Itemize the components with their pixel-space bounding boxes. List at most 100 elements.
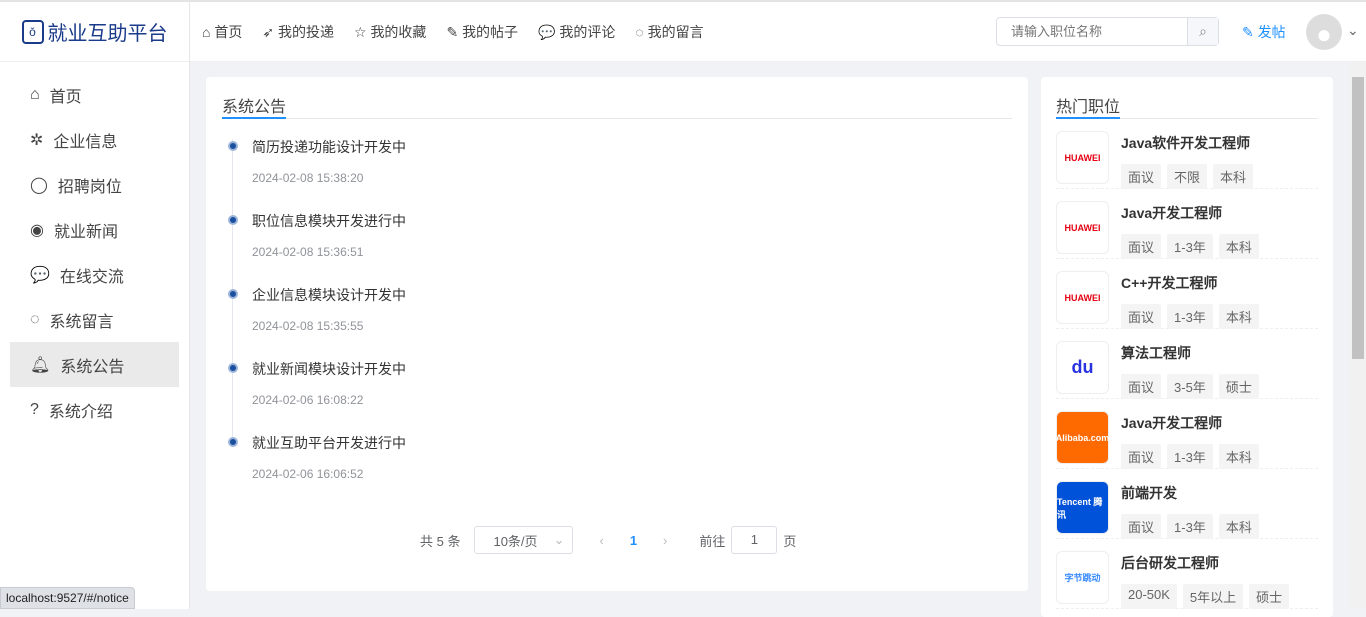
job-tag: 5年以上 <box>1182 584 1244 609</box>
job-tag: 20-50K <box>1121 584 1177 609</box>
search-input[interactable] <box>997 18 1187 45</box>
company-logo: Tencent 腾讯 <box>1056 481 1109 534</box>
panel-title: 系统公告 <box>222 93 1012 119</box>
label: 就业新闻 <box>53 223 118 241</box>
logo-icon: ǒ <box>21 19 44 44</box>
sidebar-item-about[interactable]: ? 系统介绍 <box>10 387 179 432</box>
notice-item[interactable]: 职位信息模块开发进行中 2024-02-08 15:36:51 <box>228 203 1012 277</box>
company-logo: du <box>1056 341 1109 394</box>
notice-item[interactable]: 就业新闻模块设计开发中 2024-02-06 16:08:22 <box>228 351 1012 425</box>
nav-messages[interactable]: ◌ 我的留言 <box>635 22 703 42</box>
sidebar-item-home[interactable]: ⌂ 首页 <box>10 72 179 117</box>
job-tag: 面议 <box>1121 304 1162 329</box>
job-tag: 硕士 <box>1218 374 1259 399</box>
job-tag: 本科 <box>1218 234 1259 259</box>
panel-title: 热门职位 <box>1056 93 1318 119</box>
logo-text: 就业互助平台 <box>47 23 168 45</box>
job-item[interactable]: 字节跳动 后台研发工程师 20-50K 5年以上 硕士 <box>1056 539 1318 609</box>
job-tag: 1-3年 <box>1167 514 1213 539</box>
notice-date: 2024-02-06 16:08:22 <box>252 393 364 407</box>
sidebar-item-messages[interactable]: ◌ 系统留言 <box>10 297 179 342</box>
search-icon: ⌕ <box>1199 23 1207 39</box>
job-tag: 1-3年 <box>1167 234 1213 259</box>
goto-page-input[interactable]: 1 <box>731 526 778 554</box>
notice-title: 就业新闻模块设计开发中 <box>252 361 406 377</box>
bell-icon: 🔔︎ <box>30 356 51 374</box>
sidebar-item-company[interactable]: ✲ 企业信息 <box>10 117 179 162</box>
page-size-select[interactable]: 10条/页 ⌄ <box>474 526 574 554</box>
job-name: C++开发工程师 <box>1121 275 1218 291</box>
sidebar: ⌂ 首页 ✲ 企业信息 ◯ 招聘岗位 ◉ 就业新闻 💬 在线交流 ◌ 系统留言 🔔︎ 系统公告… <box>0 62 190 609</box>
label: 招聘岗位 <box>57 178 122 196</box>
label: 在线交流 <box>59 268 124 286</box>
job-item[interactable]: Tencent 腾讯 前端开发 面议 1-3年 本科 <box>1056 469 1318 539</box>
timeline: 简历投递功能设计开发中 2024-02-08 15:38:20 职位信息模块开发进… <box>228 129 1012 499</box>
home-icon: ⌂ <box>30 85 40 103</box>
scrollbar[interactable] <box>1350 62 1366 609</box>
nav-favorites[interactable]: ☆ 我的收藏 <box>354 22 426 42</box>
job-tag: 本科 <box>1218 304 1259 329</box>
sidebar-item-jobs[interactable]: ◯ 招聘岗位 <box>10 162 179 207</box>
notice-item[interactable]: 企业信息模块设计开发中 2024-02-08 15:35:55 <box>228 277 1012 351</box>
job-tag: 1-3年 <box>1167 304 1213 329</box>
post-button[interactable]: ✎ 发帖 <box>1242 22 1286 42</box>
nav-applications[interactable]: ➶ 我的投递 <box>262 22 334 42</box>
notice-item[interactable]: 就业互助平台开发进行中 2024-02-06 16:06:52 <box>228 425 1012 499</box>
job-tag: 面议 <box>1121 234 1162 259</box>
notice-date: 2024-02-08 15:36:51 <box>252 245 364 259</box>
message-icon: ◌ <box>30 310 40 328</box>
job-name: 前端开发 <box>1121 485 1177 501</box>
job-item[interactable]: Alibaba.com Java开发工程师面议 1-3年 本科 <box>1056 399 1318 469</box>
top-nav: ⌂ 首页 ➶ 我的投递 ☆ 我的收藏 ✎ 我的帖子 💬 我的评论 ◌ 我的留言 <box>202 22 704 42</box>
notice-date: 2024-02-08 15:35:55 <box>252 319 364 333</box>
company-logo: Alibaba.com <box>1056 411 1109 464</box>
job-item[interactable]: HUAWEI Java开发工程师面议 1-3年 本科 <box>1056 189 1318 259</box>
nav-home[interactable]: ⌂ 首页 <box>202 22 242 42</box>
logo[interactable]: ǒ 就业互助平台 <box>0 1 190 62</box>
nav-posts[interactable]: ✎ 我的帖子 <box>446 22 518 42</box>
notice-title: 职位信息模块开发进行中 <box>252 213 406 229</box>
sidebar-item-forum[interactable]: 💬 在线交流 <box>10 252 179 297</box>
rss-icon: ◉ <box>30 221 44 239</box>
label: 系统留言 <box>49 313 114 331</box>
job-item[interactable]: HUAWEI Java软件开发工程师面议 不限 本科 <box>1056 119 1318 189</box>
comment-icon: 💬 <box>30 266 50 284</box>
job-name: Java软件开发工程师 <box>1121 135 1251 151</box>
job-name: Java开发工程师 <box>1121 415 1223 431</box>
company-logo: HUAWEI <box>1056 201 1109 254</box>
job-tag: 不限 <box>1167 164 1208 189</box>
job-tag: 1-3年 <box>1167 444 1213 469</box>
job-tag: 3-5年 <box>1167 374 1213 399</box>
job-item[interactable]: du 算法工程师 面议 3-5年 硕士 <box>1056 329 1318 399</box>
sidebar-item-news[interactable]: ◉ 就业新闻 <box>10 207 179 252</box>
nav-comments[interactable]: 💬 我的评论 <box>538 22 615 42</box>
search-button[interactable]: ⌕ <box>1187 18 1218 45</box>
job-tag: 面议 <box>1121 374 1162 399</box>
job-tag: 面议 <box>1121 444 1162 469</box>
job-name: Java开发工程师 <box>1121 205 1223 221</box>
next-page-icon[interactable]: › <box>663 533 667 548</box>
status-url: localhost:9527/#/notice <box>0 587 135 609</box>
label: 系统介绍 <box>48 403 113 421</box>
notice-item[interactable]: 简历投递功能设计开发中 2024-02-08 15:38:20 <box>228 129 1012 203</box>
total-count: 共 5 条 <box>420 533 461 549</box>
job-tag: 本科 <box>1218 444 1259 469</box>
search-box: ⌕ <box>996 17 1219 46</box>
job-tag: 面议 <box>1121 164 1162 189</box>
company-logo: 字节跳动 <box>1056 551 1109 604</box>
notice-date: 2024-02-06 16:06:52 <box>252 467 364 481</box>
job-tag: 硕士 <box>1249 584 1290 609</box>
company-logo: HUAWEI <box>1056 131 1109 184</box>
scrollbar-thumb[interactable] <box>1352 77 1364 359</box>
chevron-down-icon[interactable]: ⌄ <box>1347 22 1359 39</box>
page-unit: 页 <box>783 533 797 549</box>
job-tag: 本科 <box>1213 164 1254 189</box>
page-1[interactable]: 1 <box>630 533 637 548</box>
label: 企业信息 <box>53 133 118 151</box>
pagination: 共 5 条 10条/页 ⌄ ‹ 1 › 前往 1 页 <box>420 526 796 554</box>
prev-page-icon[interactable]: ‹ <box>599 533 603 548</box>
avatar[interactable]: ● <box>1306 14 1342 50</box>
job-item[interactable]: HUAWEI C++开发工程师 面议 1-3年 本科 <box>1056 259 1318 329</box>
sidebar-item-notice[interactable]: 🔔︎ 系统公告 <box>10 342 179 387</box>
label: 系统公告 <box>60 358 125 376</box>
